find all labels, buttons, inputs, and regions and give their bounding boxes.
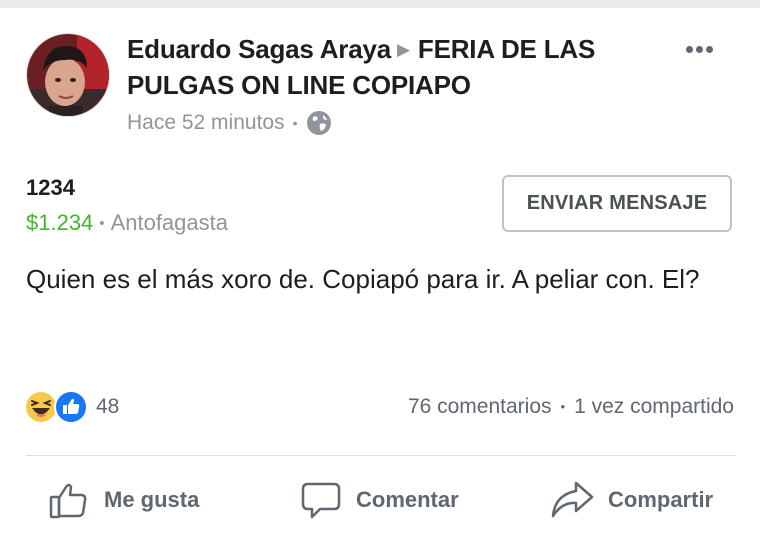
shares-count-link[interactable]: 1 vez compartido xyxy=(574,395,734,419)
listing-title: 1234 xyxy=(26,175,75,200)
post-header: Eduardo Sagas Araya ▶ FERIA DE LAS PULGAS … xyxy=(127,33,647,102)
reactions-count: 48 xyxy=(96,395,120,418)
author-name[interactable]: Eduardo Sagas Araya xyxy=(127,34,391,64)
actions-divider xyxy=(26,455,736,456)
post-text: Quien es el más xoro de. Copiapó para ir… xyxy=(26,264,700,294)
post-timestamp[interactable]: Hace 52 minutos xyxy=(127,111,285,135)
like-reaction-icon xyxy=(54,390,88,424)
post-actions-bar: Me gusta Comentar Compartir xyxy=(0,470,760,530)
share-button[interactable]: Compartir xyxy=(550,478,713,522)
like-button[interactable]: Me gusta xyxy=(48,478,199,522)
like-button-label: Me gusta xyxy=(104,487,200,512)
send-message-button[interactable]: ENVIAR MENSAJE xyxy=(502,175,732,232)
top-separator xyxy=(0,0,760,8)
globe-icon xyxy=(306,111,331,135)
post-meta: Hace 52 minutos • xyxy=(127,110,332,136)
listing-location: Antofagasta xyxy=(110,210,228,235)
comment-button[interactable]: Comentar xyxy=(300,478,459,522)
meta-dot-separator: • xyxy=(292,115,298,131)
comments-count-link[interactable]: 76 comentarios xyxy=(408,395,552,419)
share-button-label: Compartir xyxy=(608,487,714,512)
reactions-summary[interactable]: 48 xyxy=(24,390,119,424)
listing-price-location: $1.234 • Antofagasta xyxy=(26,210,228,236)
author-avatar[interactable] xyxy=(26,33,110,117)
haha-reaction-icon xyxy=(24,390,58,424)
share-arrow-icon xyxy=(551,481,594,518)
more-options-icon[interactable] xyxy=(686,40,722,56)
shared-to-arrow-icon: ▶ xyxy=(397,40,410,59)
stats-dot-separator: • xyxy=(560,398,566,414)
post-stats: 76 comentarios • 1 vez compartido xyxy=(408,395,734,419)
price-dot-separator: • xyxy=(99,215,105,232)
comment-button-label: Comentar xyxy=(356,487,459,512)
listing-price: $1.234 xyxy=(26,210,94,235)
comment-bubble-icon xyxy=(301,482,341,519)
thumbs-up-icon xyxy=(49,483,87,519)
